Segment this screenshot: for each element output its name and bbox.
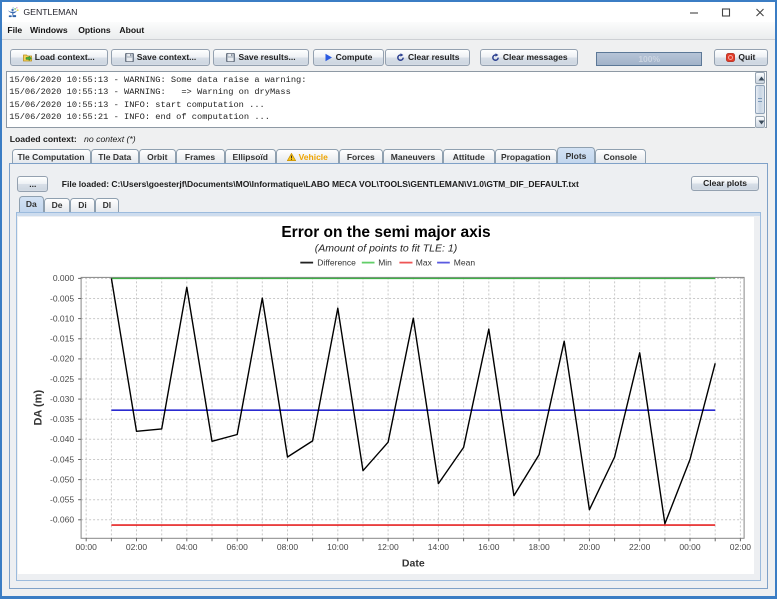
svg-text:-0.030: -0.030 bbox=[49, 394, 73, 404]
svg-text:Difference: Difference bbox=[317, 257, 356, 267]
svg-text:-0.060: -0.060 bbox=[49, 515, 73, 525]
svg-text:Mean: Mean bbox=[453, 257, 475, 267]
svg-text:Max: Max bbox=[415, 257, 432, 267]
svg-text:-0.025: -0.025 bbox=[49, 374, 73, 384]
svg-text:02:00: 02:00 bbox=[125, 542, 147, 552]
svg-text:Date: Date bbox=[401, 558, 424, 570]
svg-text:-0.045: -0.045 bbox=[49, 454, 73, 464]
svg-text:00:00: 00:00 bbox=[679, 542, 701, 552]
svg-text:-0.015: -0.015 bbox=[49, 334, 73, 344]
svg-text:Error on the semi major axis: Error on the semi major axis bbox=[281, 224, 490, 241]
svg-text:-0.040: -0.040 bbox=[49, 434, 73, 444]
svg-text:-0.010: -0.010 bbox=[49, 313, 73, 323]
svg-text:10:00: 10:00 bbox=[327, 542, 349, 552]
svg-text:DA (m): DA (m) bbox=[32, 390, 44, 426]
svg-text:06:00: 06:00 bbox=[226, 542, 248, 552]
svg-text:-0.035: -0.035 bbox=[49, 414, 73, 424]
svg-text:-0.050: -0.050 bbox=[49, 474, 73, 484]
svg-text:0.000: 0.000 bbox=[52, 273, 74, 283]
svg-text:-0.020: -0.020 bbox=[49, 354, 73, 364]
svg-text:00:00: 00:00 bbox=[75, 542, 97, 552]
svg-text:Min: Min bbox=[378, 257, 392, 267]
svg-text:(Amount of points to fit TLE:: (Amount of points to fit TLE: 1) bbox=[314, 243, 456, 255]
svg-text:04:00: 04:00 bbox=[176, 542, 198, 552]
svg-text:12:00: 12:00 bbox=[377, 542, 399, 552]
svg-text:14:00: 14:00 bbox=[427, 542, 449, 552]
svg-text:02:00: 02:00 bbox=[729, 542, 751, 552]
svg-text:22:00: 22:00 bbox=[629, 542, 651, 552]
svg-text:-0.055: -0.055 bbox=[49, 495, 73, 505]
svg-text:16:00: 16:00 bbox=[478, 542, 500, 552]
svg-text:18:00: 18:00 bbox=[528, 542, 550, 552]
svg-text:-0.005: -0.005 bbox=[49, 293, 73, 303]
svg-text:08:00: 08:00 bbox=[276, 542, 298, 552]
svg-text:20:00: 20:00 bbox=[578, 542, 600, 552]
